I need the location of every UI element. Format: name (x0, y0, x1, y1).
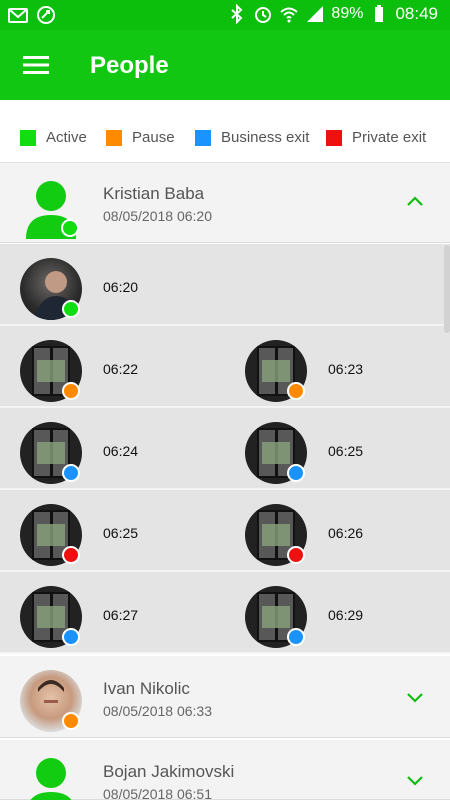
chevron-down-icon[interactable] (404, 769, 426, 791)
default-person-icon (30, 758, 72, 800)
event-time: 06:20 (103, 279, 139, 295)
status-bar: 89% 08:49 (0, 0, 450, 30)
legend-label: Private exit (352, 129, 427, 146)
scrollbar-thumb[interactable] (444, 245, 450, 333)
event-time: 06:22 (103, 361, 139, 377)
event-row: 06:20 (0, 244, 450, 326)
battery-level: 89% (331, 5, 364, 22)
status-dot-pause (287, 382, 305, 400)
status-dot-business-exit (287, 628, 305, 646)
status-dot-active (61, 219, 79, 237)
status-dot-business-exit (287, 464, 305, 482)
chevron-up-icon[interactable] (404, 191, 426, 213)
status-dot-pause (62, 712, 80, 730)
legend-item-private-exit: Private exit (326, 129, 426, 146)
person-row-bojan-jakimovski[interactable]: Bojan Jakimovski 08/05/2018 06:51 (0, 740, 450, 800)
legend-swatch-pause (106, 129, 122, 146)
wifi-icon (280, 7, 299, 23)
person-name: Ivan Nikolic (103, 679, 190, 698)
legend-item-pause: Pause (106, 129, 175, 146)
event-row: 06:22 06:23 (0, 326, 450, 408)
gmail-icon (8, 8, 28, 23)
status-dot-private-exit (287, 546, 305, 564)
event-time: 06:26 (328, 525, 364, 541)
person-datetime: 08/05/2018 06:33 (103, 703, 212, 719)
event-row: 06:24 06:25 (0, 408, 450, 490)
event-time: 06:27 (103, 607, 139, 623)
status-dot-active (62, 300, 80, 318)
event-row: 06:27 06:29 (0, 572, 450, 654)
person-row-kristian-baba[interactable]: Kristian Baba 08/05/2018 06:20 (0, 163, 450, 243)
app-bar: People (0, 30, 450, 100)
clock: 08:49 (395, 4, 438, 23)
signal-icon (307, 6, 324, 22)
legend-label: Pause (132, 129, 175, 146)
status-legend: Active Pause Business exit Private exit (0, 100, 450, 163)
chevron-down-icon[interactable] (404, 686, 426, 708)
legend-item-business-exit: Business exit (195, 129, 309, 146)
legend-swatch-business-exit (195, 129, 211, 146)
event-time: 06:24 (103, 443, 139, 459)
person-datetime: 08/05/2018 06:51 (103, 786, 212, 800)
status-dot-business-exit (62, 464, 80, 482)
legend-label: Business exit (221, 129, 310, 146)
event-row: 06:25 06:26 (0, 490, 450, 572)
sync-icon (37, 6, 55, 24)
person-name: Bojan Jakimovski (103, 762, 235, 781)
event-time: 06:25 (103, 525, 139, 541)
status-dot-business-exit (62, 628, 80, 646)
legend-swatch-active (20, 129, 36, 146)
page-title: People (90, 52, 169, 79)
legend-label: Active (46, 129, 87, 146)
legend-item-active: Active (20, 129, 87, 146)
menu-button[interactable] (18, 50, 54, 80)
legend-swatch-private-exit (326, 129, 342, 146)
alarm-icon (255, 7, 272, 23)
status-dot-pause (62, 382, 80, 400)
hamburger-menu-icon (23, 56, 49, 74)
battery-icon (375, 5, 384, 22)
event-time: 06:29 (328, 607, 364, 623)
status-dot-private-exit (62, 546, 80, 564)
bluetooth-icon (231, 4, 243, 24)
event-time: 06:23 (328, 361, 364, 377)
person-row-ivan-nikolic[interactable]: Ivan Nikolic 08/05/2018 06:33 (0, 656, 450, 738)
person-name: Kristian Baba (103, 184, 205, 203)
person-datetime: 08/05/2018 06:20 (103, 208, 212, 224)
event-time: 06:25 (328, 443, 364, 459)
